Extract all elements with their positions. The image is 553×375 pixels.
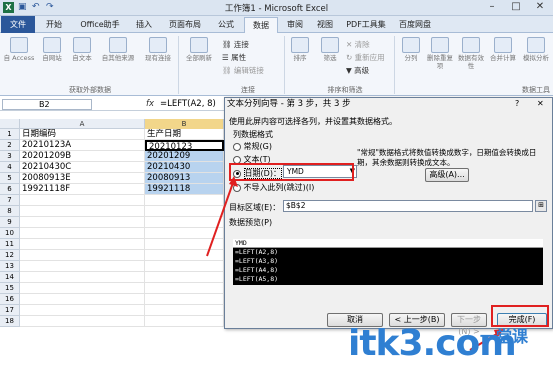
watermark-sub: 一堂课 [479, 327, 528, 346]
arrowhead-date [229, 176, 238, 187]
annotation-arrows [206, 176, 504, 351]
arrow-to-date-option [206, 179, 235, 257]
